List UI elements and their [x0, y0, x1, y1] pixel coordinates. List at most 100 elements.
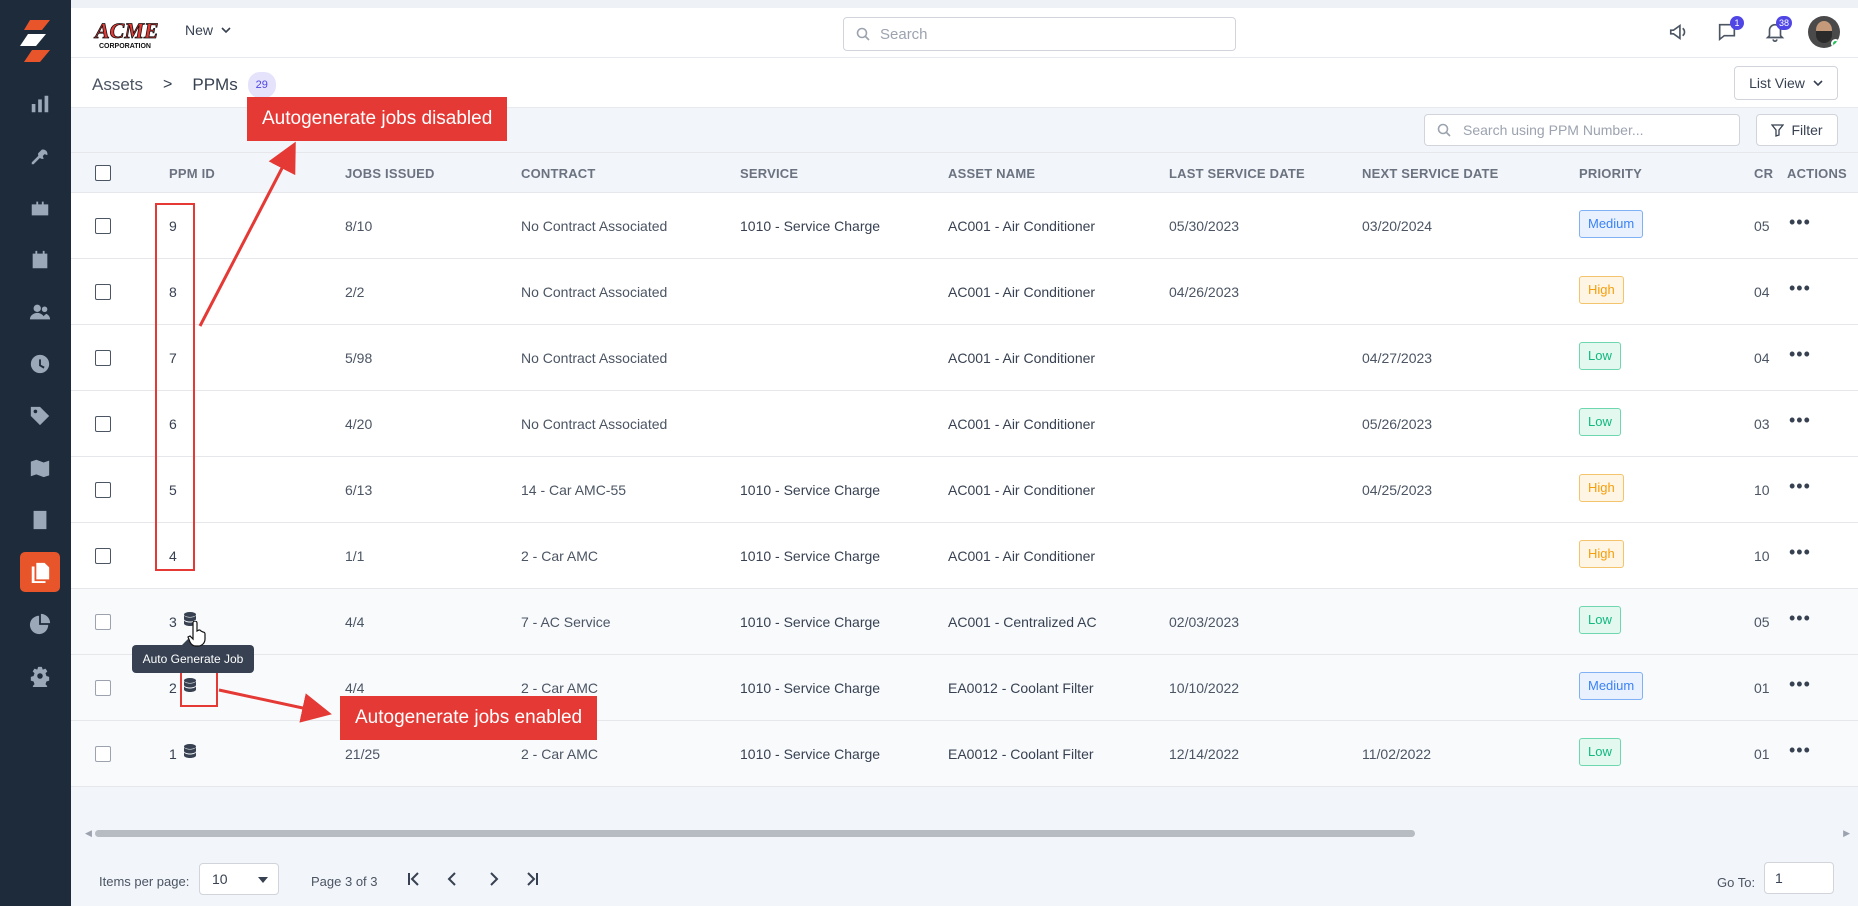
service-cell: 1010 - Service Charge [740, 680, 881, 696]
table-row[interactable]: 9 8/10 No Contract Associated 1010 - Servic… [71, 193, 1858, 259]
sidebar-item-ppm[interactable] [20, 552, 60, 592]
table-row[interactable]: 3 4/4 7 - AC Service 1010 - Service Charge A… [71, 589, 1858, 655]
contract-cell: 2 - Car AMC [521, 746, 599, 762]
sidebar-item-dashboard[interactable] [20, 84, 60, 124]
table-row[interactable]: 2 4/4 2 - Car AMC 1010 - Service Charge EA00… [71, 655, 1858, 721]
scroll-left-icon[interactable]: ◀ [85, 828, 92, 839]
jobs-issued-cell: 4/4 [345, 680, 365, 696]
sidebar-item-tools[interactable] [20, 136, 60, 176]
row-checkbox[interactable] [95, 416, 111, 432]
contract-cell: No Contract Associated [521, 350, 668, 366]
items-per-page-select[interactable]: 10 [199, 863, 279, 895]
last-service-date-cell: 10/10/2022 [1169, 680, 1240, 696]
ppm-search-input[interactable]: Search using PPM Number... [1424, 114, 1740, 146]
column-header-service[interactable]: SERVICE [740, 166, 798, 181]
chat-button[interactable]: 1 [1712, 16, 1744, 48]
select-all-checkbox[interactable] [95, 165, 111, 181]
next-service-date-cell: 04/25/2023 [1362, 482, 1433, 498]
ppm-id-cell[interactable]: 2 [169, 680, 177, 696]
sidebar-item-history[interactable] [20, 344, 60, 384]
breadcrumb-assets-link[interactable]: Assets [92, 75, 143, 95]
table-row[interactable]: 5 6/13 14 - Car AMC-55 1010 - Service Charg… [71, 457, 1858, 523]
jobs-issued-cell: 8/10 [345, 218, 373, 234]
row-checkbox[interactable] [95, 482, 111, 498]
filter-button[interactable]: Filter [1756, 114, 1838, 146]
sidebar-item-people[interactable] [20, 292, 60, 332]
ppm-id-cell[interactable]: 4 [169, 548, 177, 564]
sidebar-item-tags[interactable] [20, 396, 60, 436]
global-search-input[interactable]: Search [843, 17, 1236, 51]
sidebar-item-calendar[interactable] [20, 240, 60, 280]
column-header-asset-name[interactable]: ASSET NAME [948, 166, 1035, 181]
column-header-ppm-id[interactable]: PPM ID [169, 166, 215, 181]
row-checkbox[interactable] [95, 218, 111, 234]
chevron-left-icon [447, 872, 456, 886]
priority-badge: High [1579, 276, 1624, 304]
database-auto-generate-icon[interactable] [182, 611, 198, 627]
more-actions-icon[interactable]: ••• [1789, 477, 1811, 495]
tag-icon [30, 406, 50, 426]
ppm-id-cell[interactable]: 1 [169, 746, 177, 762]
column-header-last-service-date[interactable]: LAST SERVICE DATE [1169, 166, 1305, 181]
row-checkbox[interactable] [95, 746, 111, 762]
ppm-id-cell[interactable]: 7 [169, 350, 177, 366]
row-checkbox[interactable] [95, 350, 111, 366]
last-page-button[interactable] [520, 866, 544, 892]
ppm-id-cell[interactable]: 6 [169, 416, 177, 432]
jobs-issued-cell: 4/20 [345, 416, 373, 432]
table-row[interactable]: 4 1/1 2 - Car AMC 1010 - Service Charge AC00… [71, 523, 1858, 589]
goto-page-input[interactable]: 1 [1764, 862, 1834, 894]
more-actions-icon[interactable]: ••• [1789, 411, 1811, 429]
new-menu-button[interactable]: New [185, 22, 231, 38]
scroll-thumb[interactable] [95, 830, 1415, 837]
acme-logo[interactable]: ACME CORPORATION [93, 18, 167, 50]
column-header-contract[interactable]: CONTRACT [521, 166, 596, 181]
ppm-id-cell[interactable]: 3 [169, 614, 177, 630]
created-cell: 04 [1754, 350, 1770, 366]
row-checkbox[interactable] [95, 614, 111, 630]
more-actions-icon[interactable]: ••• [1789, 609, 1811, 627]
sidebar-item-reports[interactable] [20, 500, 60, 540]
column-header-next-service-date[interactable]: NEXT SERVICE DATE [1362, 166, 1499, 181]
row-checkbox[interactable] [95, 284, 111, 300]
more-actions-icon[interactable]: ••• [1789, 675, 1811, 693]
more-actions-icon[interactable]: ••• [1789, 345, 1811, 363]
row-checkbox[interactable] [95, 680, 111, 696]
ppm-id-cell[interactable]: 9 [169, 218, 177, 234]
user-avatar[interactable] [1808, 16, 1840, 48]
ppm-id-cell[interactable]: 5 [169, 482, 177, 498]
more-actions-icon[interactable]: ••• [1789, 279, 1811, 297]
previous-page-button[interactable] [441, 866, 465, 892]
gear-icon [30, 666, 50, 687]
table-row[interactable]: 7 5/98 No Contract Associated AC001 - Air C… [71, 325, 1858, 391]
first-page-button[interactable] [402, 866, 426, 892]
row-checkbox[interactable] [95, 548, 111, 564]
column-header-jobs-issued[interactable]: JOBS ISSUED [345, 166, 435, 181]
priority-badge: Low [1579, 606, 1621, 634]
horizontal-scrollbar[interactable]: ◀ ▶ [85, 828, 1850, 838]
more-actions-icon[interactable]: ••• [1789, 741, 1811, 759]
more-actions-icon[interactable]: ••• [1789, 543, 1811, 561]
scroll-right-icon[interactable]: ▶ [1843, 828, 1850, 839]
bar-chart-icon [31, 95, 49, 113]
notifications-button[interactable]: 38 [1760, 16, 1792, 48]
sidebar-item-work[interactable] [20, 188, 60, 228]
jobs-issued-cell: 2/2 [345, 284, 365, 300]
column-header-created[interactable]: CR [1754, 166, 1773, 181]
sidebar-item-settings[interactable] [20, 656, 60, 696]
more-actions-icon[interactable]: ••• [1789, 213, 1811, 231]
table-row[interactable]: 6 4/20 No Contract Associated AC001 - Air C… [71, 391, 1858, 457]
database-auto-generate-icon[interactable] [182, 677, 198, 693]
column-header-priority[interactable]: PRIORITY [1579, 166, 1642, 181]
announcements-button[interactable] [1664, 16, 1694, 48]
table-row[interactable]: 8 2/2 No Contract Associated AC001 - Air Co… [71, 259, 1858, 325]
database-auto-generate-icon[interactable] [182, 743, 198, 759]
app-logo-icon[interactable] [18, 20, 54, 64]
list-view-dropdown[interactable]: List View [1734, 66, 1838, 100]
sidebar-item-map[interactable] [20, 448, 60, 488]
breadcrumb-separator: > [163, 76, 173, 93]
next-page-button[interactable] [481, 866, 505, 892]
sidebar-item-analytics[interactable] [20, 604, 60, 644]
ppm-id-cell[interactable]: 8 [169, 284, 177, 300]
table-row[interactable]: 1 21/25 2 - Car AMC 1010 - Service Charge EA… [71, 721, 1858, 787]
